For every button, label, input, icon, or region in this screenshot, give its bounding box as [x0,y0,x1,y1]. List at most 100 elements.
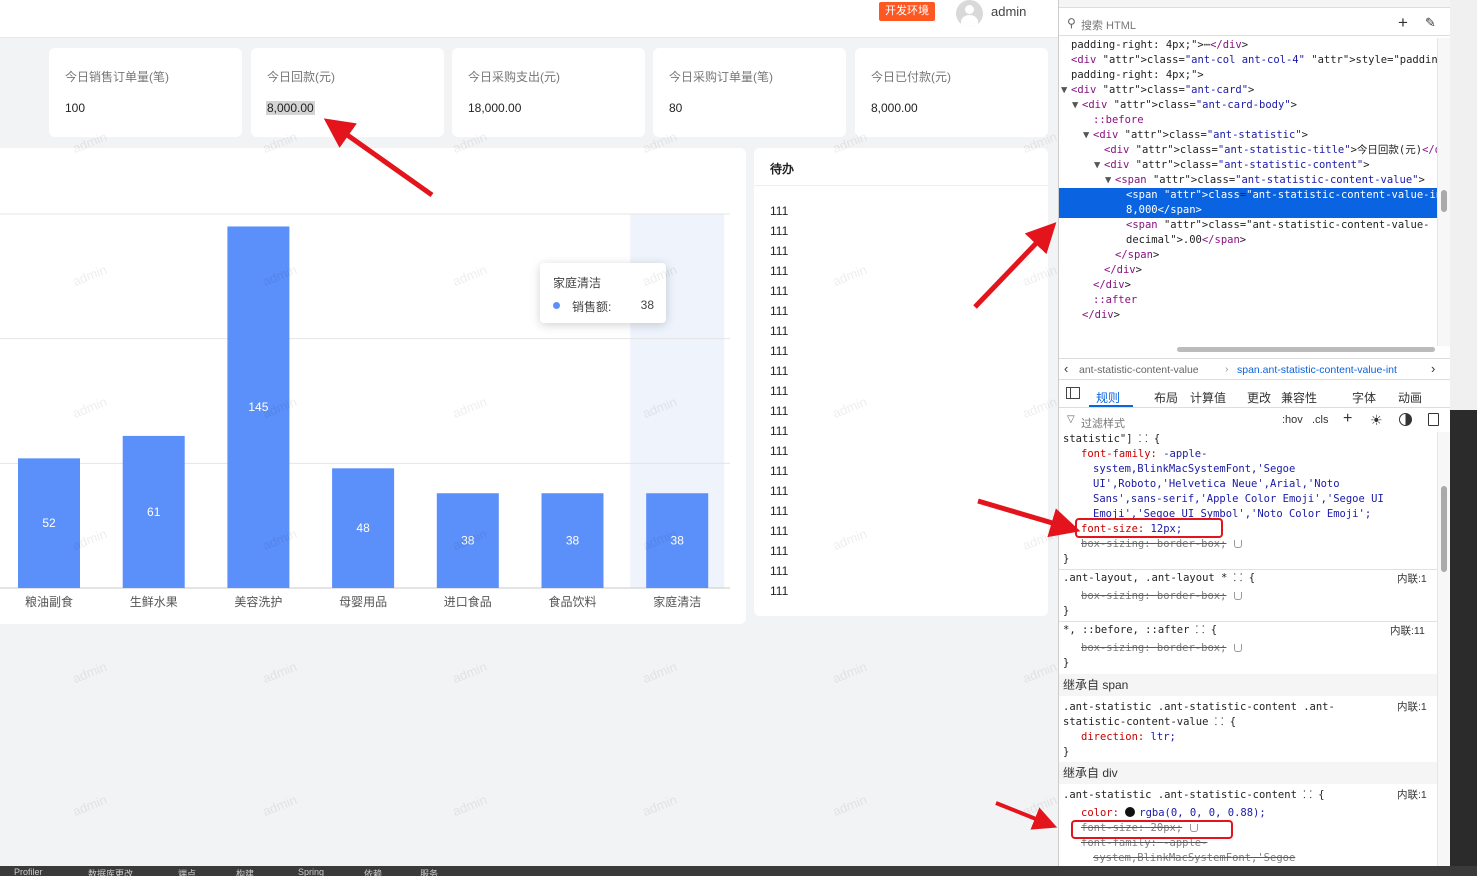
todo-item[interactable]: 111 [770,541,788,561]
dom-node[interactable]: ::before [1059,113,1144,128]
add-rule-icon[interactable]: + [1343,410,1352,428]
dom-node-selected[interactable]: 8,000</span> [1059,203,1437,218]
todo-item[interactable]: 111 [770,481,788,501]
filter-icon[interactable] [1234,644,1243,652]
filter-icon[interactable] [1234,540,1243,548]
dom-node[interactable]: </div> [1059,278,1131,293]
todo-item[interactable]: 111 [770,301,788,321]
dom-tree-h-scrollbar[interactable] [1059,346,1437,354]
todo-item[interactable]: 111 [770,321,788,341]
expand-toggle-icon[interactable]: ▼ [1105,173,1115,188]
dom-node[interactable]: ▼ <div "attr">class="ant-card-body"> [1059,98,1297,113]
todo-item[interactable]: 111 [770,461,788,481]
stat-value: 8,000.00 [871,101,918,115]
tab-rules[interactable]: 规则 [1096,389,1120,406]
todo-item[interactable]: 111 [770,261,788,281]
rule-declaration-overridden[interactable]: box-sizing: border-box; [1081,589,1243,604]
sidebar-toggle-icon[interactable] [1066,387,1080,399]
todo-item[interactable]: 111 [770,521,788,541]
class-toggle-button[interactable]: .cls [1312,414,1329,426]
user-avatar-icon[interactable] [956,0,983,27]
username[interactable]: admin [991,4,1026,19]
chevron-right-icon[interactable]: › [1431,361,1435,376]
tab-computed[interactable]: 计算值 [1190,389,1226,406]
rules-scrollbar[interactable] [1437,432,1450,866]
bar-value-label: 38 [671,534,685,548]
todo-item[interactable]: 111 [770,401,788,421]
dom-node[interactable]: <div "attr">class="ant-statistic-title">… [1059,143,1437,158]
ide-toolbar-item[interactable]: 端点 [178,867,196,876]
print-media-icon[interactable] [1428,413,1439,426]
todo-item[interactable]: 111 [770,381,788,401]
light-scheme-icon[interactable]: ☀ [1370,412,1383,429]
ide-toolbar-item[interactable]: Spring [298,867,324,876]
dom-node[interactable]: <span "attr">class="ant-statistic-conten… [1059,218,1429,233]
dom-node[interactable]: </div> [1059,308,1120,323]
dom-node[interactable]: ::after [1059,293,1137,308]
tab-fonts[interactable]: 字体 [1352,389,1376,406]
todo-item[interactable]: 111 [770,501,788,521]
source-link[interactable]: 内联:1 [1397,700,1427,715]
todo-item[interactable]: 111 [770,421,788,441]
rule-close: } [1063,657,1070,669]
source-link[interactable]: 内联:11 [1390,624,1425,639]
breadcrumb-item[interactable]: ant-statistic-content-value [1079,364,1199,376]
tab-layout[interactable]: 布局 [1154,389,1178,406]
todo-item[interactable]: 111 [770,581,788,601]
dom-node[interactable]: decimal">.00</span> [1059,233,1246,248]
html-search-input[interactable]: 搜索 HTML [1081,17,1136,33]
tab-animations[interactable]: 动画 [1398,389,1422,406]
rule-declaration[interactable]: font-family: -apple- [1081,447,1207,462]
dom-node[interactable]: <div "attr">class="ant-col ant-col-4" "a… [1059,53,1437,68]
todo-item[interactable]: 111 [770,241,788,261]
dom-node[interactable]: ▼ <span "attr">class="ant-statistic-conte… [1059,173,1425,188]
breadcrumb-item-current[interactable]: span.ant-statistic-content-value-int [1237,364,1397,376]
stat-value-selected[interactable]: 8,000.00 [266,101,315,115]
tab-changes[interactable]: 更改 [1247,389,1271,406]
ide-toolbar-item[interactable]: 服务 [420,867,438,876]
todo-item[interactable]: 111 [770,441,788,461]
source-link[interactable]: 内联:1 [1397,572,1427,587]
add-node-icon[interactable]: + [1398,13,1408,33]
todo-item[interactable]: 111 [770,561,788,581]
source-link[interactable]: 内联:1 [1397,788,1427,803]
style-filter-input[interactable]: 过滤样式 [1081,415,1125,431]
expand-toggle-icon[interactable]: ▼ [1061,83,1071,98]
rule-declaration-overridden[interactable]: box-sizing: border-box; [1081,641,1243,656]
todo-item[interactable]: 111 [770,221,788,241]
expand-toggle-icon[interactable]: ▼ [1072,98,1082,113]
tooltip-title: 家庭清洁 [553,276,602,290]
dom-node[interactable]: ▼ <div "attr">class="ant-statistic"> [1059,128,1308,143]
ide-toolbar-item[interactable]: 构建 [236,867,254,876]
dom-node[interactable]: ▼ <div "attr">class="ant-card"> [1059,83,1254,98]
ide-toolbar-item[interactable]: Profiler [14,867,43,876]
rule-declaration[interactable]: color: rgba(0, 0, 0, 0.88); [1081,806,1266,821]
ide-toolbar-item[interactable]: 依赖 [364,867,382,876]
dom-node-selected[interactable]: <span "attr">class="ant-statistic-conten… [1059,188,1437,203]
dom-node[interactable]: ▼ <div "attr">class="ant-statistic-conten… [1059,158,1370,173]
dom-node[interactable]: padding-right: 4px;"> [1059,68,1204,83]
dark-scheme-icon[interactable] [1399,413,1412,426]
todo-item[interactable]: 111 [770,281,788,301]
dom-node[interactable]: padding-right: 4px;">⋯</div> [1059,38,1248,53]
hover-state-button[interactable]: :hov [1282,414,1303,426]
chart-tooltip: 家庭清洁 销售额: 38 [540,263,666,323]
tab-compatibility[interactable]: 兼容性 [1281,389,1317,406]
eyedropper-icon[interactable]: ✎ [1425,15,1436,31]
todo-item[interactable]: 111 [770,341,788,361]
expand-toggle-icon[interactable]: ▼ [1094,158,1104,173]
dom-tree-scrollbar[interactable] [1437,38,1450,346]
rule-declaration[interactable]: direction: ltr; [1081,730,1176,745]
divider [754,185,1048,186]
rule-declaration-overridden[interactable]: box-sizing: border-box; [1081,537,1243,552]
expand-toggle-icon[interactable]: ▼ [1083,128,1093,143]
color-swatch-icon[interactable] [1125,807,1136,817]
filter-icon[interactable] [1234,592,1243,600]
dom-node[interactable]: </div> [1059,263,1142,278]
todo-item[interactable]: 111 [770,201,788,221]
rule-selector: .ant-layout, .ant-layout * ⸬ { [1063,572,1256,584]
dom-node[interactable]: </span> [1059,248,1159,263]
ide-toolbar-item[interactable]: 数据库更改 [88,867,133,876]
todo-item[interactable]: 111 [770,361,788,381]
chevron-left-icon[interactable]: ‹ [1064,361,1068,376]
